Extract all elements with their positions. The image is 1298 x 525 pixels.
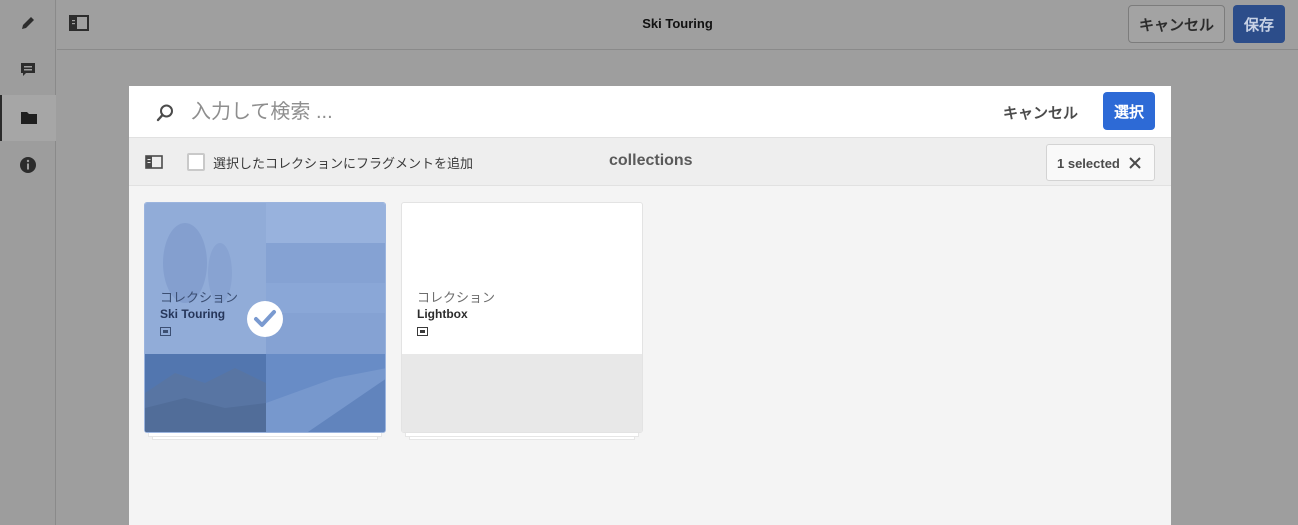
card-stack-edge bbox=[152, 437, 378, 440]
selection-badge: 1 selected bbox=[1046, 144, 1155, 181]
collection-card-lightbox[interactable]: コレクション Lightbox bbox=[401, 202, 643, 440]
rail-item-assets[interactable] bbox=[0, 95, 56, 141]
card-info-area bbox=[402, 203, 642, 354]
rail-item-edit[interactable] bbox=[0, 0, 56, 46]
search-icon bbox=[155, 103, 175, 128]
rail-toggle-icon[interactable] bbox=[145, 155, 163, 174]
dialog-cancel-button[interactable]: キャンセル bbox=[1003, 102, 1078, 123]
save-button[interactable]: 保存 bbox=[1233, 5, 1285, 43]
card-body: コレクション Lightbox bbox=[401, 202, 643, 433]
pencil-icon bbox=[22, 17, 34, 29]
dialog-select-button[interactable]: 選択 bbox=[1103, 92, 1155, 130]
empty-thumbnail bbox=[402, 354, 642, 432]
search-input[interactable] bbox=[191, 96, 891, 128]
side-rail bbox=[0, 0, 56, 525]
comment-icon bbox=[21, 63, 35, 76]
collection-picker-dialog: キャンセル 選択 選択したコレクションにフラグメントを追加 collection… bbox=[129, 86, 1171, 525]
folder-icon bbox=[21, 112, 37, 124]
card-type-label: コレクション bbox=[417, 290, 496, 305]
collection-icon bbox=[160, 324, 171, 342]
search-bar: キャンセル 選択 bbox=[129, 86, 1171, 138]
card-type-label: コレクション bbox=[160, 290, 239, 305]
add-fragment-label: 選択したコレクションにフラグメントを追加 bbox=[213, 156, 474, 171]
top-toolbar: Ski Touring キャンセル 保存 bbox=[57, 0, 1298, 50]
card-stack-edge bbox=[409, 437, 635, 440]
card-body: コレクション Ski Touring bbox=[144, 202, 386, 433]
clear-selection-icon[interactable] bbox=[1128, 156, 1142, 175]
collection-card-ski-touring[interactable]: コレクション Ski Touring bbox=[144, 202, 386, 440]
cancel-button[interactable]: キャンセル bbox=[1128, 5, 1225, 43]
add-fragment-checkbox[interactable] bbox=[187, 153, 205, 171]
rail-item-info[interactable] bbox=[0, 142, 56, 188]
dialog-title: collections bbox=[609, 152, 693, 169]
collection-icon bbox=[417, 324, 428, 342]
dialog-action-bar: 選択したコレクションにフラグメントを追加 collections 1 selec… bbox=[129, 138, 1171, 186]
rail-item-comments[interactable] bbox=[0, 47, 56, 93]
card-title: Ski Touring bbox=[160, 307, 226, 321]
card-title: Lightbox bbox=[417, 307, 468, 321]
selected-count: 1 selected bbox=[1057, 156, 1120, 171]
selected-check-icon bbox=[247, 301, 283, 337]
page-title: Ski Touring bbox=[642, 16, 713, 31]
info-icon bbox=[20, 157, 36, 173]
